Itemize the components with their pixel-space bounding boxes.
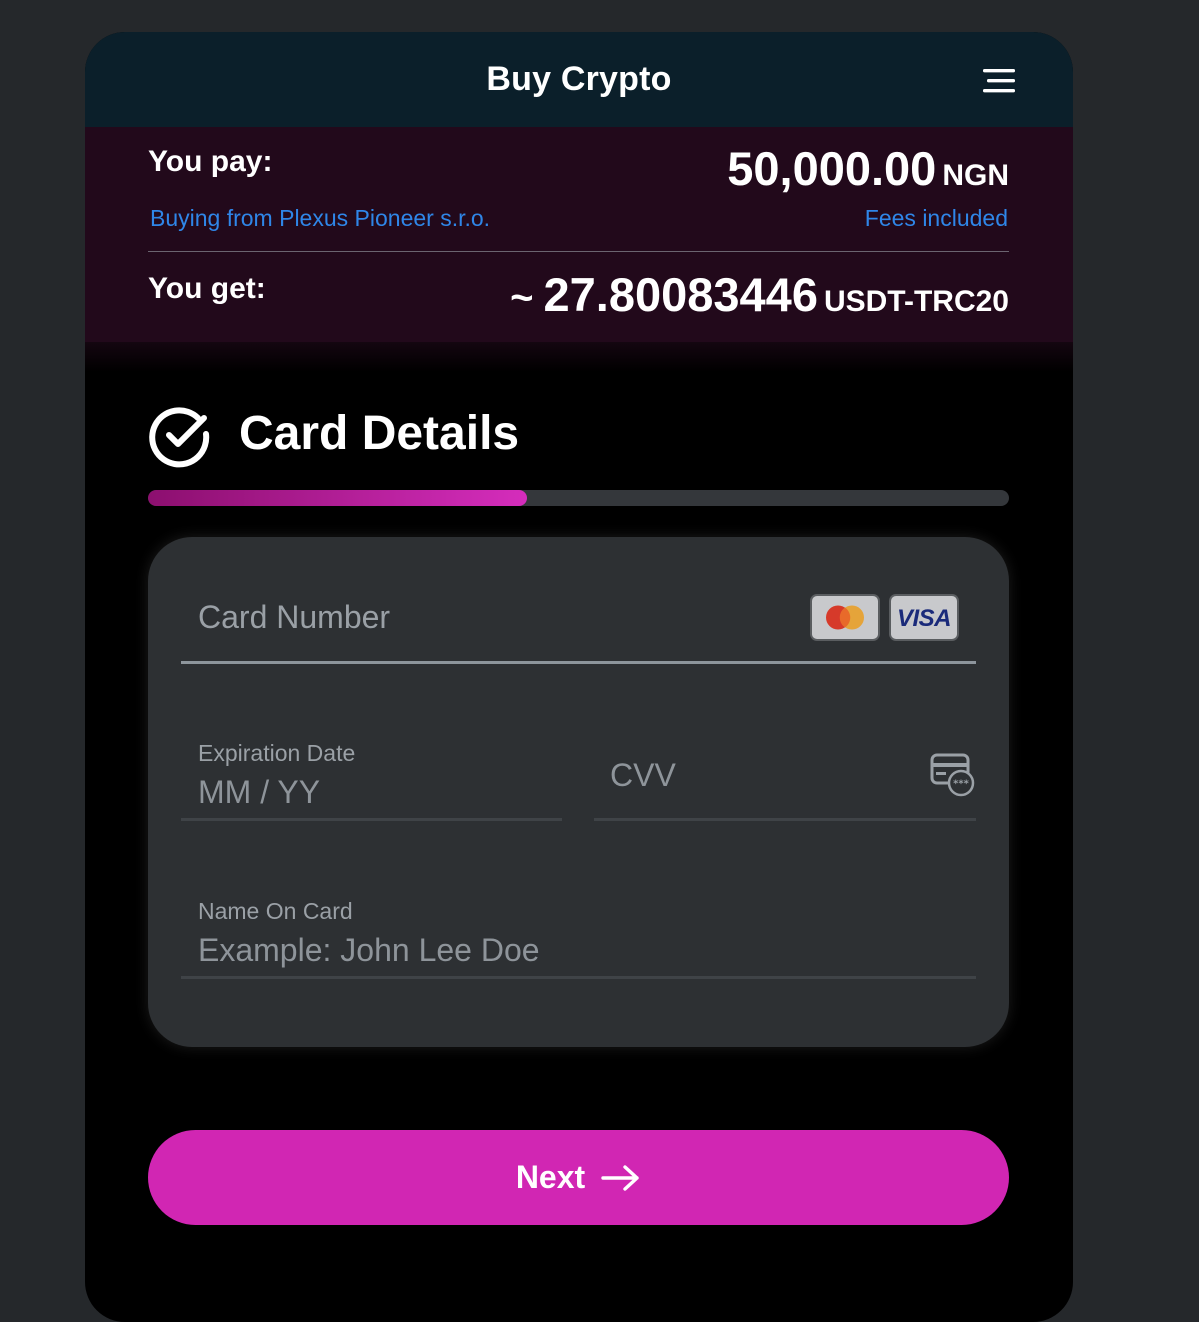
card-cvv-icon: *** bbox=[930, 753, 976, 797]
check-circle-icon bbox=[148, 404, 212, 468]
summary-shadow bbox=[85, 342, 1073, 372]
step-progress-bar bbox=[148, 490, 1009, 506]
mastercard-icon bbox=[810, 594, 880, 641]
arrow-right-icon bbox=[601, 1164, 639, 1191]
hamburger-menu-icon[interactable] bbox=[983, 68, 1015, 94]
svg-text:***: *** bbox=[953, 779, 969, 790]
approx-sign: ~ bbox=[510, 276, 534, 320]
buying-from-link[interactable]: Buying from Plexus Pioneer s.r.o. bbox=[150, 205, 490, 232]
next-button[interactable]: Next bbox=[148, 1130, 1009, 1225]
buy-crypto-widget: Buy Crypto You pay: 50,000.00 NGN Buying … bbox=[85, 32, 1073, 1322]
order-summary: You pay: 50,000.00 NGN Buying from Plexus… bbox=[85, 127, 1073, 342]
pay-amount: 50,000.00 NGN bbox=[727, 141, 1009, 196]
pay-amount-value: 50,000.00 bbox=[727, 142, 937, 195]
cvv-underline bbox=[594, 818, 976, 821]
pay-currency: NGN bbox=[942, 159, 1009, 192]
expiration-underline bbox=[181, 818, 562, 821]
next-button-label: Next bbox=[515, 1159, 586, 1195]
pay-label: You pay: bbox=[148, 145, 273, 178]
step-progress-fill bbox=[148, 490, 527, 506]
page-title: Buy Crypto bbox=[486, 60, 672, 98]
get-label: You get: bbox=[148, 272, 266, 305]
header: Buy Crypto bbox=[85, 32, 1073, 127]
card-number-underline bbox=[181, 661, 976, 664]
name-underline bbox=[181, 976, 976, 979]
summary-divider bbox=[148, 251, 1009, 252]
name-on-card-input[interactable]: Example: John Lee Doe bbox=[198, 932, 540, 969]
cvv-input[interactable]: CVV bbox=[610, 757, 676, 794]
name-on-card-label: Name On Card bbox=[198, 898, 353, 924]
get-amount-value: 27.80083446 bbox=[543, 268, 818, 321]
expiration-input[interactable]: MM / YY bbox=[198, 774, 320, 811]
expiration-label: Expiration Date bbox=[198, 740, 356, 766]
card-number-input[interactable]: Card Number bbox=[198, 599, 390, 636]
fees-included-link[interactable]: Fees included bbox=[865, 205, 1008, 232]
visa-logo-text: VISA bbox=[896, 605, 952, 632]
visa-icon: VISA bbox=[889, 594, 959, 641]
get-amount: ~27.80083446 USDT-TRC20 bbox=[510, 267, 1009, 322]
card-details-form: Card Number VISA Expiration Date MM / YY… bbox=[148, 537, 1009, 1047]
get-currency: USDT-TRC20 bbox=[823, 285, 1009, 318]
step-title: Card Details bbox=[239, 407, 520, 460]
